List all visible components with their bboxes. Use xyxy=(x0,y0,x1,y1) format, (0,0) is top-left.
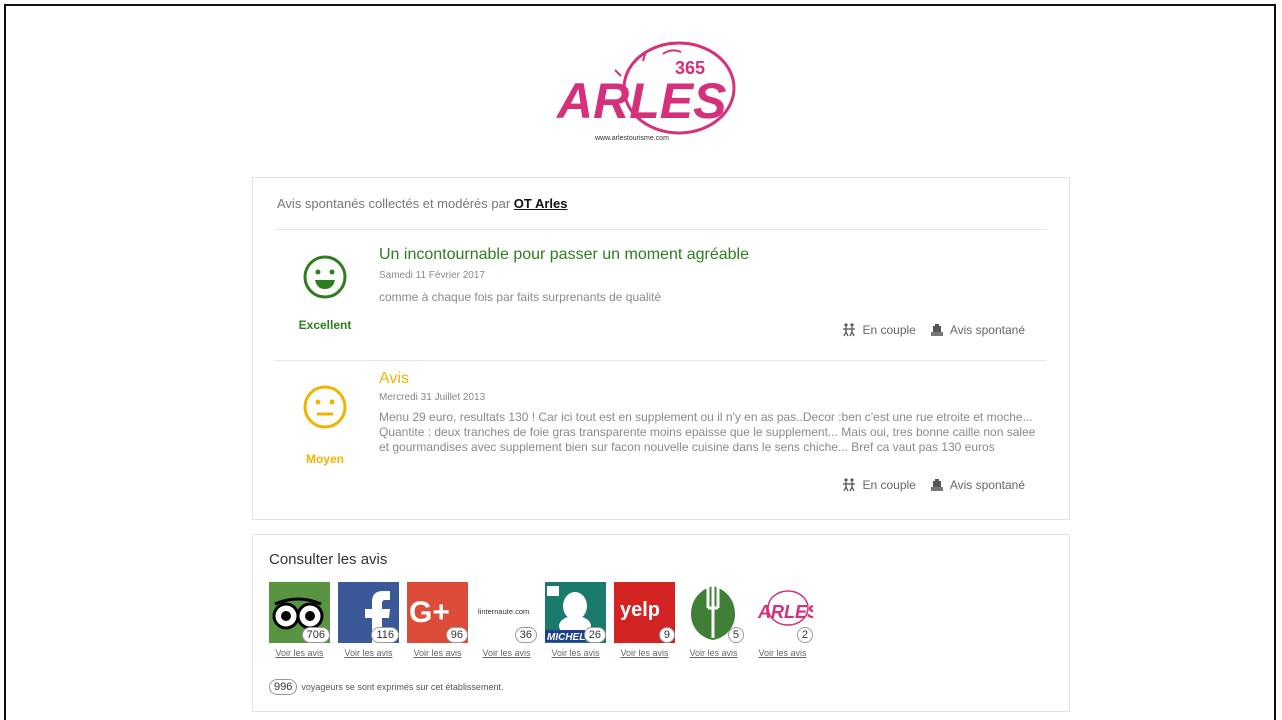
see-reviews-link[interactable]: Voir les avis xyxy=(610,648,679,658)
arles-logo[interactable]: ARLES 365 www.arlestourisme.com xyxy=(551,36,751,156)
organization-link[interactable]: OT Arles xyxy=(514,196,568,211)
reviews-header: Avis spontanés collectés et modérés par … xyxy=(277,196,568,211)
tag-companion-label: En couple xyxy=(862,323,916,337)
tag-type-label: Avis spontané xyxy=(949,323,1025,337)
neutral-face-icon xyxy=(303,385,347,429)
total-count-badge: 996 xyxy=(269,679,298,695)
couple-icon xyxy=(843,478,856,492)
see-reviews-link[interactable]: Voir les avis xyxy=(472,648,541,658)
arles-logo-icon[interactable]: ARLES 2 xyxy=(752,582,813,643)
source-yelp[interactable]: yelp 9 Voir les avis xyxy=(614,582,675,658)
tag-companion-label: En couple xyxy=(862,478,916,492)
review-count: 26 xyxy=(583,627,606,643)
review-date: Mercredi 31 Juillet 2013 xyxy=(379,392,486,403)
review-title: Un incontournable pour passer un moment … xyxy=(379,246,750,263)
rating-label: Moyen xyxy=(305,452,344,466)
review-body: Menu 29 euro, resultats 130 ! Car ici to… xyxy=(379,410,1036,454)
review-tags: En couple Avis spontané xyxy=(842,478,1025,492)
review-count: 36 xyxy=(514,627,537,643)
review-tags: En couple Avis spontané xyxy=(842,323,1025,337)
review-date: Samedi 11 Février 2017 xyxy=(379,270,485,281)
yelp-icon[interactable]: yelp 9 xyxy=(614,582,675,643)
svg-text:linternaute.com: linternaute.com xyxy=(478,607,529,616)
rating-label: Excellent xyxy=(298,318,352,332)
clipboard-icon xyxy=(930,479,943,491)
tag-type-label: Avis spontané xyxy=(949,478,1025,492)
svg-text:G+: G+ xyxy=(409,596,450,629)
reviews-summary: 996 voyageurs se sont exprimés sur cet é… xyxy=(269,679,503,695)
source-list: 706 Voir les avis 116 Voir les avis G+ 9… xyxy=(269,582,813,658)
review-item: Moyen Avis Mercredi 31 Juillet 2013 Menu… xyxy=(275,366,1047,516)
source-facebook[interactable]: 116 Voir les avis xyxy=(338,582,399,658)
review-count: 96 xyxy=(445,627,468,643)
happy-face-icon xyxy=(303,255,347,299)
source-thefork[interactable]: 5 Voir les avis xyxy=(683,582,744,658)
arles-logo-icon: ARLES 365 www.arlestourisme.com xyxy=(555,41,736,142)
source-google-plus[interactable]: G+ 96 Voir les avis xyxy=(407,582,468,658)
review-count: 116 xyxy=(371,627,399,643)
svg-text:www.arlestourisme.com: www.arlestourisme.com xyxy=(594,135,669,142)
summary-text: voyageurs se sont exprimés sur cet établ… xyxy=(301,682,504,692)
svg-text:MICHEL: MICHEL xyxy=(547,632,585,643)
review-count: 706 xyxy=(301,627,330,643)
review-body: comme à chaque fois par faits surprenant… xyxy=(379,290,662,304)
reviews-panel: Avis spontanés collectés et modérés par … xyxy=(252,177,1070,520)
review-count: 5 xyxy=(727,627,744,643)
svg-text:ARLES: ARLES xyxy=(555,73,726,129)
couple-icon xyxy=(843,323,856,337)
tag-companion: En couple xyxy=(842,478,916,492)
source-michelin[interactable]: MICHEL 26 Voir les avis xyxy=(545,582,606,658)
page-frame: ARLES 365 www.arlestourisme.com Avis spo… xyxy=(4,4,1276,720)
source-tripadvisor[interactable]: 706 Voir les avis xyxy=(269,582,330,658)
divider xyxy=(275,360,1047,361)
svg-text:365: 365 xyxy=(675,58,705,78)
review-count: 9 xyxy=(658,627,675,643)
consult-title: Consulter les avis xyxy=(269,551,388,568)
tripadvisor-owl-icon[interactable]: 706 xyxy=(269,582,330,643)
linternaute-icon[interactable]: linternaute.com 36 xyxy=(476,582,537,643)
see-reviews-link[interactable]: Voir les avis xyxy=(334,648,403,658)
tag-companion: En couple xyxy=(842,323,916,337)
reviews-header-text: Avis spontanés collectés et modérés par xyxy=(277,196,511,211)
see-reviews-link[interactable]: Voir les avis xyxy=(265,648,334,658)
see-reviews-link[interactable]: Voir les avis xyxy=(541,648,610,658)
google-plus-icon[interactable]: G+ 96 xyxy=(407,582,468,643)
svg-text:yelp: yelp xyxy=(620,599,660,621)
see-reviews-link[interactable]: Voir les avis xyxy=(403,648,472,658)
source-linternaute[interactable]: linternaute.com 36 Voir les avis xyxy=(476,582,537,658)
see-reviews-link[interactable]: Voir les avis xyxy=(679,648,748,658)
facebook-icon[interactable]: 116 xyxy=(338,582,399,643)
tag-type: Avis spontané xyxy=(930,478,1025,492)
review-title: Avis xyxy=(379,370,409,387)
review-count: 2 xyxy=(796,627,813,643)
clipboard-icon xyxy=(930,324,943,336)
thefork-icon[interactable]: 5 xyxy=(683,582,744,643)
consult-panel: Consulter les avis 706 Voir les avis 116… xyxy=(252,534,1070,712)
review-item: Excellent Un incontournable pour passer … xyxy=(275,230,1047,380)
source-arles-office[interactable]: ARLES 2 Voir les avis xyxy=(752,582,813,658)
svg-text:ARLES: ARLES xyxy=(757,602,813,622)
see-reviews-link[interactable]: Voir les avis xyxy=(748,648,817,658)
tag-type: Avis spontané xyxy=(930,323,1025,337)
michelin-icon[interactable]: MICHEL 26 xyxy=(545,582,606,643)
